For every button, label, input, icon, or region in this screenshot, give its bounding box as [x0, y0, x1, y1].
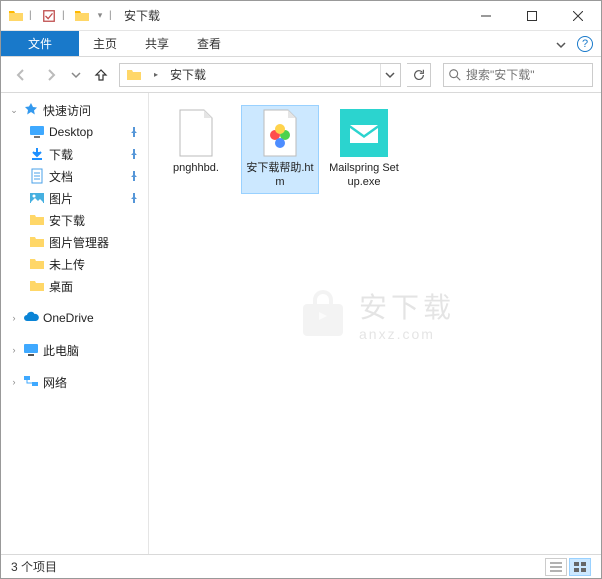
htm-icon: [256, 109, 304, 157]
file-item[interactable]: pnghhbd.: [157, 105, 235, 194]
download-icon: [29, 146, 45, 162]
view-details-button[interactable]: [545, 558, 567, 576]
expand-ribbon-icon[interactable]: [555, 38, 567, 50]
pictures-icon: [29, 190, 45, 206]
sidebar-item-documents[interactable]: 文档: [1, 165, 148, 187]
pin-icon: [126, 168, 142, 184]
folder-icon: [7, 7, 25, 25]
watermark-en: anxz.com: [359, 326, 455, 342]
tab-share[interactable]: 共享: [131, 31, 183, 56]
window-title: 安下载: [124, 7, 160, 24]
sidebar-item-label: 此电脑: [43, 342, 79, 359]
sidebar-onedrive[interactable]: › OneDrive: [1, 307, 148, 329]
folder-icon: [29, 212, 45, 228]
back-button[interactable]: [9, 63, 33, 87]
search-input[interactable]: [466, 68, 588, 82]
file-item[interactable]: Mailspring Setup.exe: [325, 105, 403, 194]
network-icon: [23, 374, 39, 390]
sidebar-item-label: 图片: [49, 190, 73, 207]
navigation-bar: ▸ 安下载: [1, 57, 601, 93]
up-button[interactable]: [89, 63, 113, 87]
maximize-button[interactable]: [509, 1, 555, 31]
mail-app-icon: [340, 109, 388, 157]
expand-icon[interactable]: ›: [9, 313, 19, 323]
sidebar-item-label: 未上传: [49, 256, 85, 273]
sidebar-item-folder[interactable]: 安下载: [1, 209, 148, 231]
sidebar-network[interactable]: › 网络: [1, 371, 148, 393]
tab-view[interactable]: 查看: [183, 31, 235, 56]
sidebar-item-pictures[interactable]: 图片: [1, 187, 148, 209]
sidebar-item-label: 下载: [49, 146, 73, 163]
file-list: pnghhbd. 安下载帮助.htm Mailspring Setup.exe: [157, 105, 593, 194]
address-bar[interactable]: ▸ 安下载: [119, 63, 401, 87]
computer-icon: [23, 342, 39, 358]
help-button[interactable]: ?: [577, 36, 593, 52]
desktop-icon: [29, 124, 45, 140]
pin-icon: [126, 146, 142, 162]
tab-file[interactable]: 文件: [1, 31, 79, 56]
expand-icon[interactable]: ›: [9, 377, 19, 387]
qat-dropdown-icon[interactable]: ▾: [95, 7, 105, 25]
refresh-button[interactable]: [407, 63, 431, 87]
recent-dropdown-icon[interactable]: [69, 63, 83, 87]
quick-access-toolbar: | | ▾ | 安下载: [1, 5, 166, 27]
tab-home[interactable]: 主页: [79, 31, 131, 56]
status-count: 3 个项目: [11, 558, 57, 575]
search-box[interactable]: [443, 63, 593, 87]
sidebar-item-label: 网络: [43, 374, 67, 391]
navigation-pane: ⌄ 快速访问 Desktop 下载 文档 图片 安下载: [1, 93, 149, 554]
folder-icon: [29, 278, 45, 294]
sidebar-item-label: Desktop: [49, 125, 93, 139]
folder-icon: [29, 234, 45, 250]
cloud-icon: [23, 310, 39, 326]
status-bar: 3 个项目: [1, 554, 601, 578]
ribbon-tabs: 文件 主页 共享 查看 ?: [1, 31, 601, 57]
folder-icon: [29, 256, 45, 272]
properties-icon[interactable]: [40, 7, 58, 25]
sidebar-item-folder[interactable]: 图片管理器: [1, 231, 148, 253]
file-icon: [172, 109, 220, 157]
pin-icon: [126, 124, 142, 140]
folder-icon: [122, 67, 146, 83]
star-icon: [23, 102, 39, 118]
sidebar-item-desktop[interactable]: Desktop: [1, 121, 148, 143]
sidebar-quick-access[interactable]: ⌄ 快速访问: [1, 99, 148, 121]
title-bar: | | ▾ | 安下载: [1, 1, 601, 31]
file-label: pnghhbd.: [173, 161, 219, 175]
watermark: 安下载 anxz.com: [295, 286, 455, 342]
file-label: Mailspring Setup.exe: [327, 161, 401, 190]
sidebar-this-pc[interactable]: › 此电脑: [1, 339, 148, 361]
forward-button[interactable]: [39, 63, 63, 87]
file-item[interactable]: 安下载帮助.htm: [241, 105, 319, 194]
close-button[interactable]: [555, 1, 601, 31]
window-controls: [463, 1, 601, 31]
file-label: 安下载帮助.htm: [243, 161, 317, 190]
sidebar-item-label: 图片管理器: [49, 234, 109, 251]
sidebar-item-folder[interactable]: 桌面: [1, 275, 148, 297]
expand-icon[interactable]: ›: [9, 345, 19, 355]
sidebar-item-label: OneDrive: [43, 311, 94, 325]
watermark-cn: 安下载: [359, 286, 455, 326]
search-icon: [448, 68, 462, 82]
sidebar-item-label: 文档: [49, 168, 73, 185]
sidebar-item-downloads[interactable]: 下载: [1, 143, 148, 165]
separator-icon: |: [62, 5, 69, 27]
minimize-button[interactable]: [463, 1, 509, 31]
sidebar-item-folder[interactable]: 未上传: [1, 253, 148, 275]
breadcrumb-sep-icon[interactable]: ▸: [150, 70, 162, 79]
document-icon: [29, 168, 45, 184]
address-dropdown-icon[interactable]: [380, 64, 398, 86]
collapse-icon[interactable]: ⌄: [9, 105, 19, 116]
view-icons-button[interactable]: [569, 558, 591, 576]
sidebar-item-label: 快速访问: [43, 102, 91, 119]
separator-icon: |: [29, 5, 36, 27]
separator-icon: |: [109, 5, 116, 27]
folder-icon: [73, 7, 91, 25]
sidebar-item-label: 安下载: [49, 212, 85, 229]
pin-icon: [126, 190, 142, 206]
breadcrumb-folder[interactable]: 安下载: [166, 66, 210, 83]
sidebar-item-label: 桌面: [49, 278, 73, 295]
content-pane[interactable]: pnghhbd. 安下载帮助.htm Mailspring Setup.exe: [149, 93, 601, 554]
